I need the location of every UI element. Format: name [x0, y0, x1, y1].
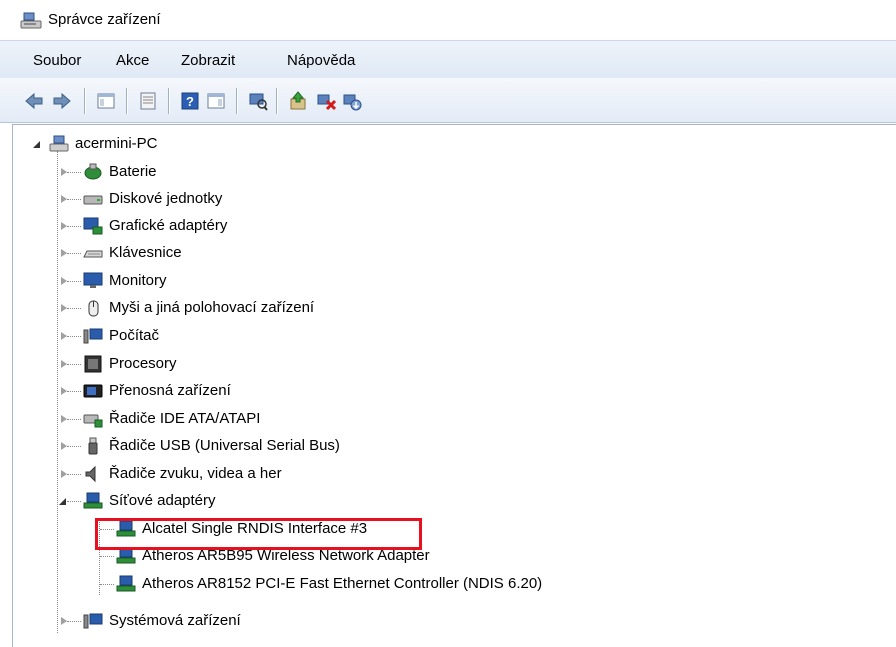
menu-zobrazit[interactable]: Zobrazit — [181, 52, 235, 69]
toolbar-separator — [84, 88, 85, 114]
tree-item-baterie[interactable]: Baterie — [13, 159, 513, 185]
tree-item-systemova-zarizeni[interactable]: Systémová zařízení — [13, 608, 513, 634]
tree-item-diskove-jednotky[interactable]: Diskové jednotky — [13, 186, 513, 212]
battery-icon — [84, 163, 102, 180]
forward-arrow-icon[interactable] — [52, 91, 72, 111]
network-adapter-icon — [83, 492, 103, 509]
back-arrow-icon[interactable] — [24, 91, 44, 111]
collapse-triangle-icon[interactable] — [59, 498, 66, 505]
uninstall-device-icon[interactable] — [342, 91, 362, 111]
tree-item-mysi[interactable]: Myši a jiná polohovací zařízení — [13, 295, 513, 321]
tree-item-radice-zvuku[interactable]: Řadiče zvuku, videa a her — [13, 461, 513, 487]
title-bar: Správce zařízení — [0, 0, 896, 40]
tree-item-label: Systémová zařízení — [109, 612, 241, 629]
tree-item-label: Řadiče USB (Universal Serial Bus) — [109, 437, 340, 454]
tree-root[interactable]: acermini-PC — [13, 131, 413, 157]
ide-controller-icon — [83, 414, 103, 428]
menu-bar: Soubor Akce Zobrazit Nápověda — [0, 40, 896, 79]
tree-item-pocitac[interactable]: Počítač — [13, 323, 513, 349]
tree-item-monitory[interactable]: Monitory — [13, 268, 513, 294]
tree-item-sitove-adaptery[interactable]: Síťové adaptéry — [13, 488, 513, 514]
keyboard-icon — [83, 250, 103, 258]
show-hide-console-tree-icon[interactable] — [96, 91, 116, 111]
help-icon[interactable]: ? — [180, 91, 200, 111]
toolbar: ? — [0, 78, 896, 123]
tree-item-radice-ide[interactable]: Řadiče IDE ATA/ATAPI — [13, 406, 513, 432]
properties-icon[interactable] — [138, 91, 158, 111]
portable-device-icon — [83, 384, 103, 398]
processor-icon — [84, 355, 102, 373]
scan-hardware-icon[interactable] — [248, 91, 268, 111]
mouse-icon — [88, 300, 99, 317]
toolbar-separator — [168, 88, 169, 114]
tree-item-klavesnice[interactable]: Klávesnice — [13, 240, 513, 266]
device-manager-icon — [20, 12, 42, 29]
menu-akce[interactable]: Akce — [116, 52, 149, 69]
highlight-box — [95, 518, 422, 550]
tree-item-label: Baterie — [109, 163, 157, 180]
tree-item-label: Myši a jiná polohovací zařízení — [109, 299, 315, 316]
tree-item-radice-usb[interactable]: Řadiče USB (Universal Serial Bus) — [13, 433, 513, 459]
tree-item-label: Přenosná zařízení — [109, 382, 231, 399]
usb-controller-icon — [88, 437, 98, 455]
system-devices-icon — [83, 613, 103, 629]
svg-text:?: ? — [186, 94, 194, 109]
toolbar-separator — [276, 88, 277, 114]
monitor-icon — [83, 272, 103, 288]
computer-icon — [49, 135, 69, 152]
tree-item-label: Grafické adaptéry — [109, 217, 228, 234]
display-adapter-icon — [83, 217, 103, 235]
tree-item-label: Klávesnice — [109, 244, 182, 261]
tree-item-label: Monitory — [109, 272, 167, 289]
tree-child-atheros-ar8152[interactable]: Atheros AR8152 PCI-E Fast Ethernet Contr… — [13, 571, 733, 597]
tree-item-label: Procesory — [109, 355, 177, 372]
action-pane-icon[interactable] — [206, 91, 226, 111]
device-tree-panel: acermini-PC Baterie Diskové jednotky Gra… — [12, 124, 896, 647]
tree-item-label: Počítač — [109, 327, 160, 344]
menu-soubor[interactable]: Soubor — [33, 52, 81, 69]
expand-triangle-icon[interactable] — [33, 141, 40, 148]
tree-item-procesory[interactable]: Procesory — [13, 351, 513, 377]
window-title: Správce zařízení — [48, 11, 161, 28]
toolbar-separator — [126, 88, 127, 114]
tree-item-label: Diskové jednotky — [109, 190, 223, 207]
update-driver-icon[interactable] — [288, 91, 308, 111]
tree-item-prenosna-zarizeni[interactable]: Přenosná zařízení — [13, 378, 513, 404]
tree-child-label: Atheros AR8152 PCI-E Fast Ethernet Contr… — [142, 575, 543, 592]
tree-item-label: Řadiče zvuku, videa a her — [109, 465, 282, 482]
computer-icon — [83, 328, 103, 344]
tree-item-label: Řadiče IDE ATA/ATAPI — [109, 410, 261, 427]
sound-icon — [85, 465, 96, 483]
disable-device-icon[interactable] — [316, 91, 336, 111]
tree-root-label: acermini-PC — [75, 135, 158, 152]
network-adapter-icon — [116, 575, 136, 592]
toolbar-separator — [236, 88, 237, 114]
tree-item-graficke-adaptery[interactable]: Grafické adaptéry — [13, 213, 513, 239]
menu-napoveda[interactable]: Nápověda — [287, 52, 355, 69]
tree-item-label: Síťové adaptéry — [109, 492, 216, 509]
disk-drive-icon — [83, 195, 103, 205]
